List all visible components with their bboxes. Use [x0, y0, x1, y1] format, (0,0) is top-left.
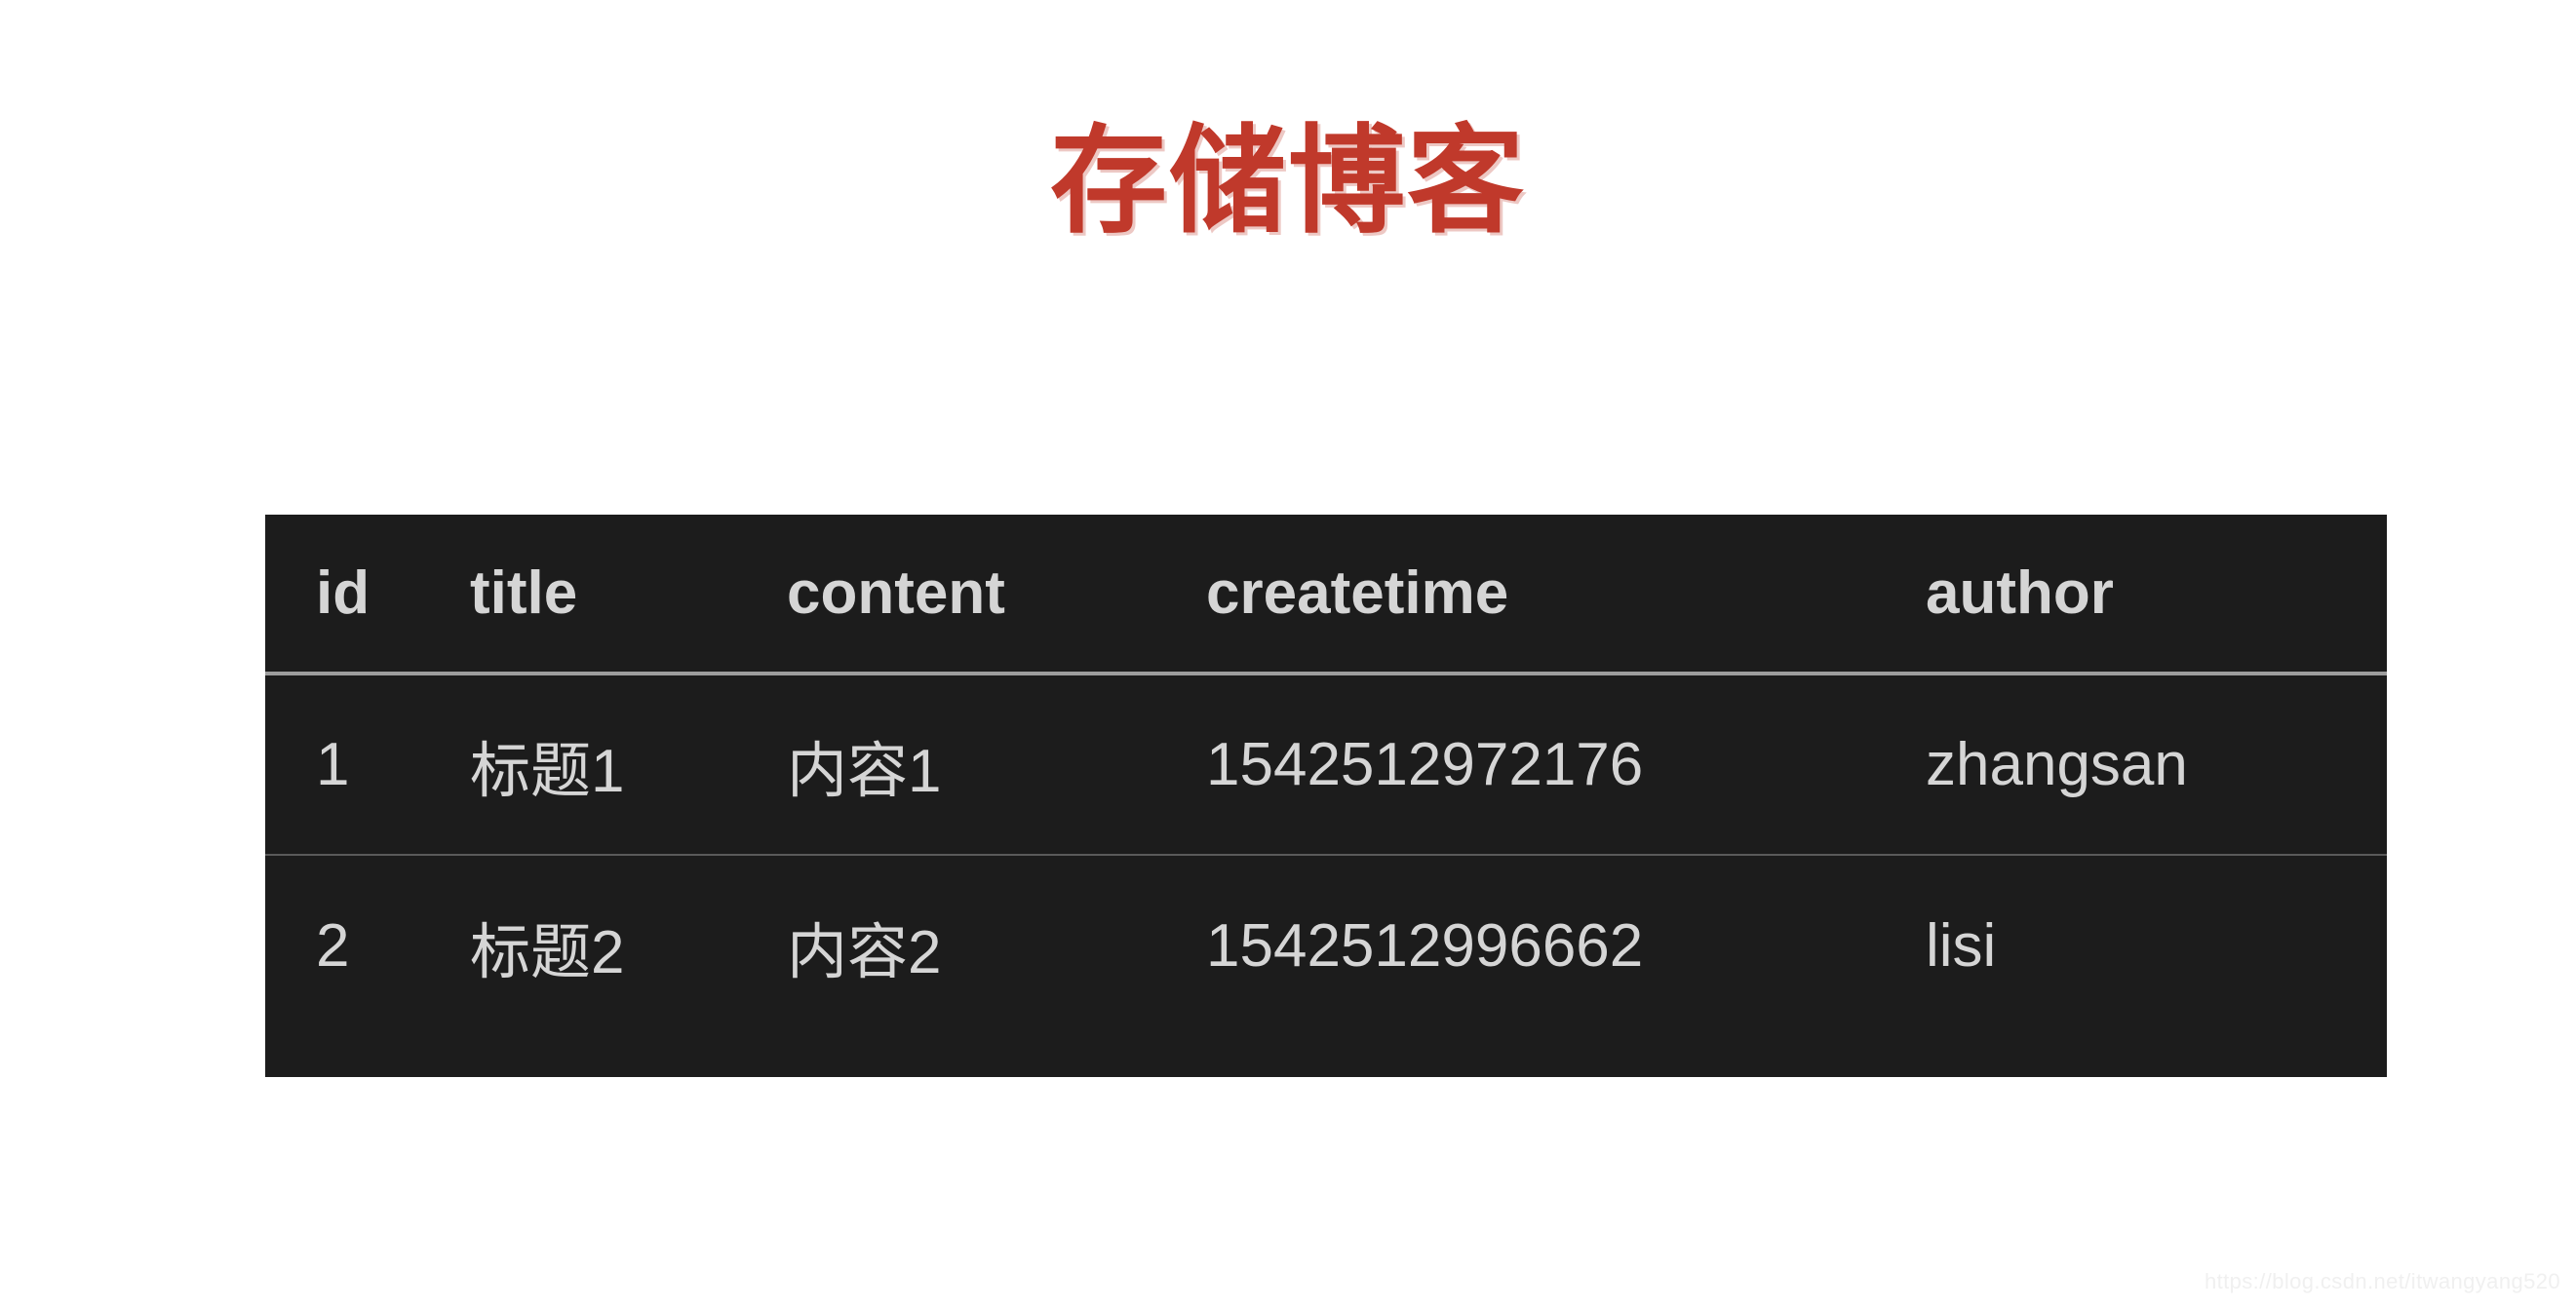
column-header-author: author: [1875, 515, 2387, 675]
cell-content: 内容1: [736, 674, 1155, 856]
cell-author: lisi: [1926, 912, 1997, 980]
cell-id: 1: [265, 674, 419, 856]
column-header-title: title: [419, 515, 736, 675]
column-header-createtime: createtime: [1155, 515, 1875, 675]
table-body: 1 标题1 内容1 1542512972176 zhangsan 2 标题2 内…: [265, 674, 2387, 1036]
blog-table-panel: id title content createtime author 1 标题1…: [265, 515, 2387, 1077]
cell-createtime: 1542512996662: [1206, 912, 1644, 980]
page-root: 存储博客 id title content createtime author: [0, 0, 2576, 1310]
column-header-id: id: [265, 515, 419, 675]
column-header-content: content: [736, 515, 1155, 675]
cell-author: zhangsan: [1875, 674, 2387, 856]
table-row: 2 标题2 内容2 1542512996662 lisi: [265, 855, 2387, 1036]
page-title: 存储博客: [1050, 116, 1526, 248]
table-header-row: id title content createtime author: [265, 515, 2387, 675]
cell-content: 内容2: [787, 918, 942, 986]
table-header: id title content createtime author: [265, 515, 2387, 675]
blog-table: id title content createtime author 1 标题1…: [265, 515, 2387, 1036]
cell-createtime: 1542512972176: [1155, 674, 1875, 856]
cell-id: 2: [316, 912, 350, 980]
cell-title: 标题2: [470, 918, 625, 986]
cell-title: 标题1: [419, 674, 736, 856]
watermark: https://blog.csdn.net/itwangyang520: [2204, 1269, 2560, 1293]
table-row: 1 标题1 内容1 1542512972176 zhangsan: [265, 674, 2387, 856]
